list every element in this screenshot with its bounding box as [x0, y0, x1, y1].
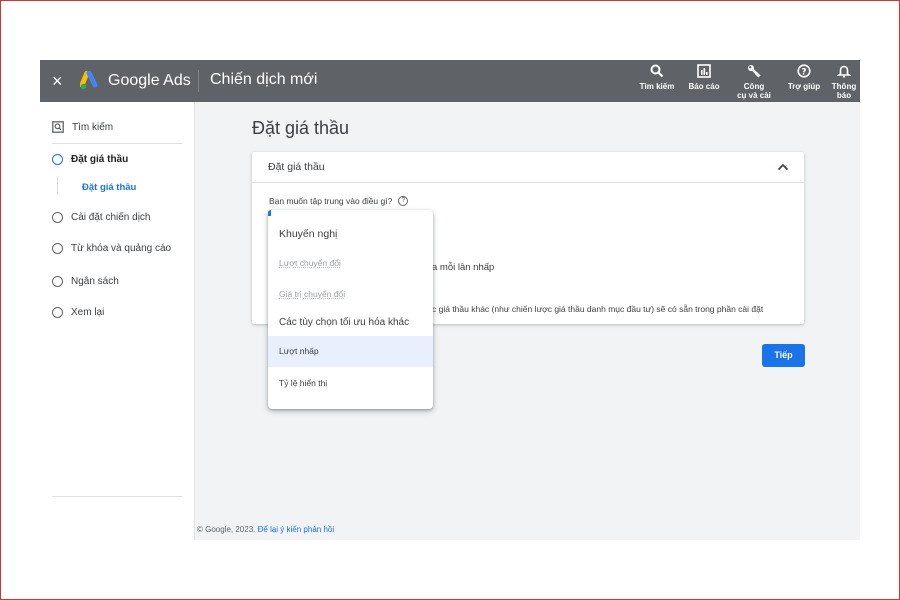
help-circle-icon[interactable]: ? — [398, 196, 409, 206]
dropdown-option-conversion-value: Giá trị chuyển đổi — [279, 289, 346, 299]
sidebar-item-label: Ngân sách — [71, 275, 119, 287]
tool-label: báo — [836, 91, 852, 100]
help-icon: ? — [786, 64, 822, 80]
partial-text-clicks: a mỗi lần nhấp — [432, 262, 495, 273]
tool-tools-settings[interactable]: Công cụ và cài — [732, 64, 776, 100]
reports-icon — [686, 64, 722, 80]
question-label: Bạn muốn tập trung vào điều gì? — [269, 196, 393, 206]
sidebar-item-label: Cài đặt chiến dịch — [71, 211, 151, 223]
focus-dropdown-menu: Khuyến nghị Lượt chuyển đổi Giá trị chuy… — [268, 210, 433, 409]
page-name: Chiến dịch mới — [210, 71, 318, 88]
copyright-text: © Google, 2023. — [197, 525, 256, 534]
sidebar-item-label: Xem lại — [71, 306, 105, 318]
sidebar-item-review[interactable]: Xem lại — [52, 305, 104, 319]
bell-icon — [828, 64, 860, 80]
divider — [52, 496, 182, 497]
dropdown-heading-other: Các tùy chọn tối ưu hóa khác — [279, 317, 410, 328]
top-bar: × Google Ads Chiến dịch mới Tìm kiếm Báo… — [40, 60, 860, 102]
tool-search[interactable]: Tìm kiếm — [638, 64, 676, 91]
focus-question: Bạn muốn tập trung vào điều gì? ? — [269, 196, 409, 206]
close-icon[interactable]: × — [52, 70, 63, 92]
sidebar-subitem-bidding[interactable]: Đặt giá thầu — [82, 182, 136, 193]
google-ads-logo-icon — [80, 71, 98, 90]
footer: © Google, 2023. Để lại ý kiến phản hồi — [197, 525, 334, 534]
dropdown-option-impression-share[interactable]: Tỷ lệ hiển thị — [279, 378, 327, 388]
circle-icon — [52, 211, 63, 223]
tool-label: Tìm kiếm — [639, 82, 675, 91]
dropdown-heading-recommended: Khuyến nghị — [279, 228, 338, 240]
card-title: Đặt giá thầu — [268, 161, 325, 173]
tool-label: Báo cáo — [688, 82, 720, 91]
circle-icon — [52, 306, 63, 318]
sidebar-item-campaign-settings[interactable]: Cài đặt chiến dịch — [52, 210, 151, 224]
sidebar-item-label: Đặt giá thầu — [71, 153, 129, 165]
brand-name: Google Ads — [108, 72, 191, 89]
svg-text:?: ? — [801, 67, 806, 77]
divider — [198, 70, 199, 92]
selection-accent — [268, 210, 271, 216]
search-icon — [638, 64, 676, 80]
tool-label: cụ và cài — [737, 91, 771, 100]
tool-notifications[interactable]: Thông báo — [828, 64, 860, 102]
tool-help[interactable]: ? Trợ giúp — [786, 64, 822, 91]
sidebar-item-search[interactable]: Tìm kiếm — [52, 120, 113, 134]
sidebar-item-keywords-ads[interactable]: Từ khóa và quảng cáo — [52, 241, 171, 255]
card-header[interactable]: Đặt giá thầu — [252, 152, 804, 183]
sidebar-item-label: Tìm kiếm — [72, 121, 114, 133]
next-button[interactable]: Tiếp — [762, 344, 805, 367]
wrench-icon — [732, 64, 776, 80]
app-window: × Google Ads Chiến dịch mới Tìm kiếm Báo… — [40, 60, 860, 540]
tool-label: Trợ giúp — [787, 82, 821, 91]
sidebar-item-label: Từ khóa và quảng cáo — [71, 242, 172, 254]
dropdown-option-clicks[interactable]: Lượt nhấp — [279, 346, 319, 356]
page-title: Đặt giá thầu — [252, 118, 350, 138]
sidebar-item-budget[interactable]: Ngân sách — [52, 274, 119, 288]
tool-label: Thông — [831, 82, 857, 91]
feedback-link[interactable]: Để lại ý kiến phản hồi — [258, 525, 335, 534]
partial-text-strategies: c giá thầu khác (như chiến lược giá thầu… — [432, 304, 764, 314]
sidebar: Tìm kiếm Đặt giá thầu Đặt giá thầu Cài đ… — [40, 102, 195, 540]
tool-label: Công — [743, 82, 765, 91]
circle-icon — [52, 153, 63, 165]
sub-item-line — [57, 177, 58, 195]
tool-reports[interactable]: Báo cáo — [686, 64, 722, 91]
chevron-up-icon[interactable] — [776, 160, 790, 174]
circle-icon — [52, 275, 63, 287]
circle-icon — [52, 242, 63, 254]
dropdown-option-conversions: Lượt chuyển đổi — [279, 258, 341, 268]
divider — [52, 143, 182, 144]
search-box-icon — [52, 121, 64, 133]
sidebar-item-bidding[interactable]: Đặt giá thầu — [52, 152, 128, 166]
